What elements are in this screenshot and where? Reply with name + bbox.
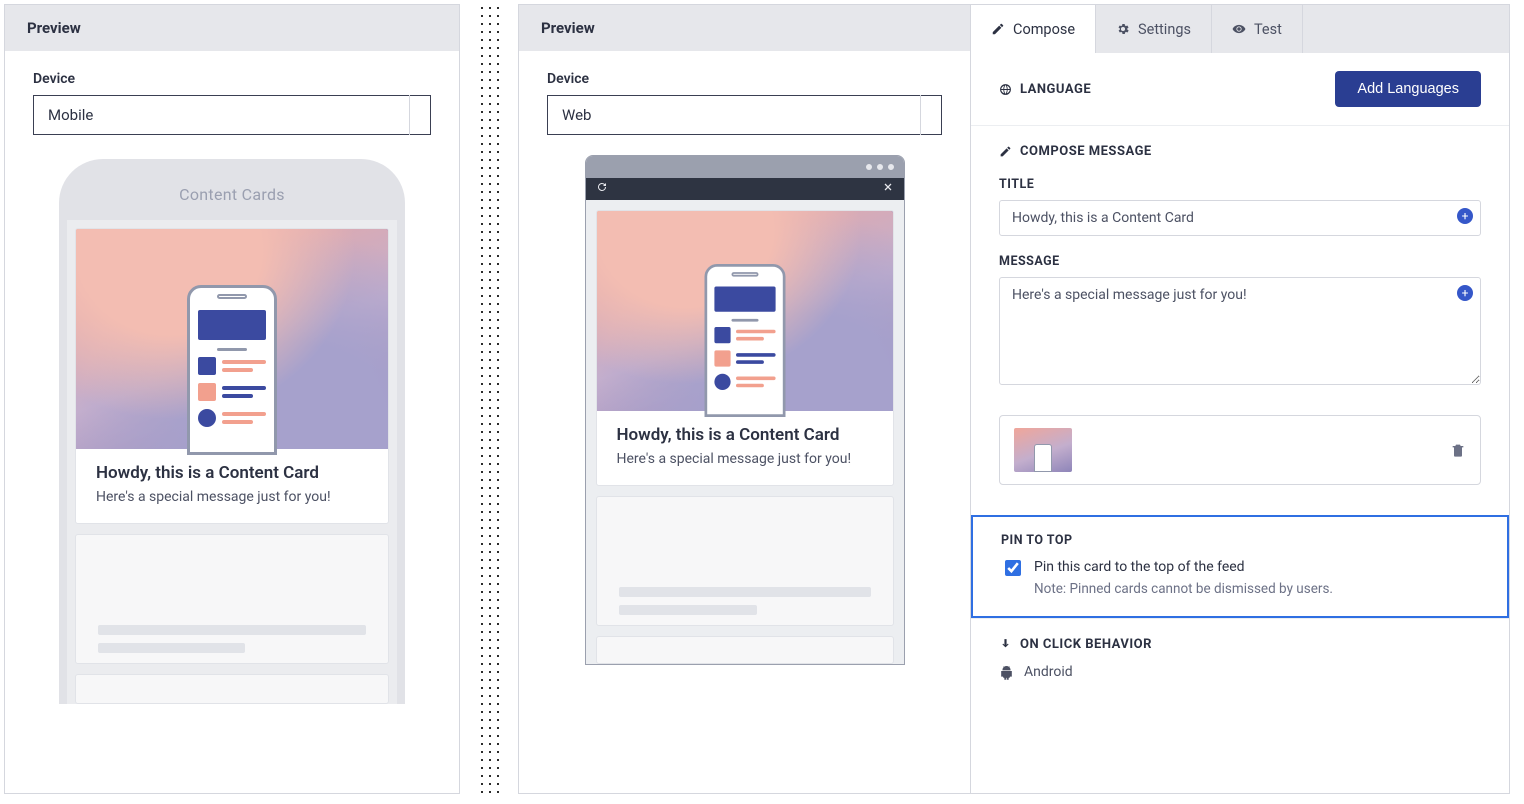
language-heading: LANGUAGE: [999, 82, 1091, 97]
pin-to-top-section: PIN TO TOP Pin this card to the top of t…: [971, 515, 1509, 618]
device-label-mobile: Device: [33, 71, 431, 87]
preview-panel-mobile: Preview Device Mobile Content Cards ★: [4, 4, 460, 794]
image-thumbnail[interactable]: [1014, 428, 1072, 472]
content-card-mobile: ★ Howdy, this i: [75, 228, 389, 524]
placeholder-card: [596, 496, 894, 626]
edit-icon: [999, 145, 1012, 158]
mobile-frame: Content Cards ★: [59, 159, 405, 704]
device-select-web[interactable]: Web: [547, 95, 942, 135]
eye-icon: [1232, 22, 1246, 36]
content-card-title: Howdy, this is a Content Card: [96, 463, 368, 483]
pointer-icon: [999, 638, 1012, 651]
panel-separator: [478, 4, 500, 794]
content-card-web: ★: [596, 210, 894, 486]
mobile-frame-title: Content Cards: [67, 185, 397, 220]
platform-android-label: Android: [1024, 664, 1073, 680]
on-click-behavior-text: ON CLICK BEHAVIOR: [1020, 637, 1152, 652]
pencil-icon: [991, 22, 1005, 36]
add-languages-button[interactable]: Add Languages: [1335, 71, 1481, 107]
title-input[interactable]: [999, 200, 1481, 236]
device-select-web-value: Web: [562, 106, 591, 124]
pin-to-top-label: Pin this card to the top of the feed: [1034, 559, 1245, 575]
chevron-down-icon: [920, 95, 941, 135]
platform-android: Android: [999, 652, 1481, 692]
on-click-behavior-heading: ON CLICK BEHAVIOR: [999, 637, 1481, 652]
gear-icon: [1116, 22, 1130, 36]
placeholder-card: [75, 674, 389, 704]
content-card-message: Here's a special message just for you!: [617, 451, 873, 467]
message-textarea[interactable]: [999, 277, 1481, 385]
preview-header-web: Preview: [519, 5, 970, 51]
globe-icon: [999, 83, 1012, 96]
preview-header-mobile: Preview: [5, 5, 459, 51]
browser-frame: ★: [585, 155, 905, 665]
tab-test[interactable]: Test: [1212, 5, 1303, 53]
title-label: TITLE: [999, 177, 1481, 192]
android-icon: [999, 665, 1014, 680]
device-select-mobile[interactable]: Mobile: [33, 95, 431, 135]
trash-icon[interactable]: [1450, 442, 1466, 458]
pin-to-top-checkbox[interactable]: [1005, 560, 1021, 576]
add-personalization-icon[interactable]: +: [1457, 285, 1473, 301]
placeholder-card: [596, 636, 894, 664]
add-personalization-icon[interactable]: +: [1457, 208, 1473, 224]
tab-compose[interactable]: Compose: [971, 5, 1096, 53]
compose-message-heading: COMPOSE MESSAGE: [999, 144, 1481, 159]
image-attachment-box: [999, 415, 1481, 485]
pin-to-top-note: Note: Pinned cards cannot be dismissed b…: [1034, 580, 1333, 599]
placeholder-card: [75, 534, 389, 664]
device-label-web: Device: [547, 71, 942, 87]
tab-settings[interactable]: Settings: [1096, 5, 1212, 53]
device-select-mobile-value: Mobile: [48, 106, 93, 124]
compose-message-heading-text: COMPOSE MESSAGE: [1020, 144, 1152, 159]
tab-settings-label: Settings: [1138, 21, 1191, 38]
message-label: MESSAGE: [999, 254, 1481, 269]
content-card-title: Howdy, this is a Content Card: [617, 425, 873, 445]
chevron-down-icon: [409, 95, 430, 135]
tab-compose-label: Compose: [1013, 21, 1075, 38]
editor-tabs: Compose Settings Test: [971, 5, 1509, 53]
language-heading-text: LANGUAGE: [1020, 82, 1091, 97]
pin-to-top-heading: PIN TO TOP: [1001, 533, 1479, 548]
content-card-message: Here's a special message just for you!: [96, 489, 368, 505]
preview-panel-web: Preview Device Web: [518, 4, 970, 794]
editor-panel: Compose Settings Test LANGUAGE A: [970, 4, 1510, 794]
refresh-icon[interactable]: [596, 181, 608, 197]
tab-test-label: Test: [1254, 21, 1282, 38]
close-icon[interactable]: [882, 181, 894, 197]
